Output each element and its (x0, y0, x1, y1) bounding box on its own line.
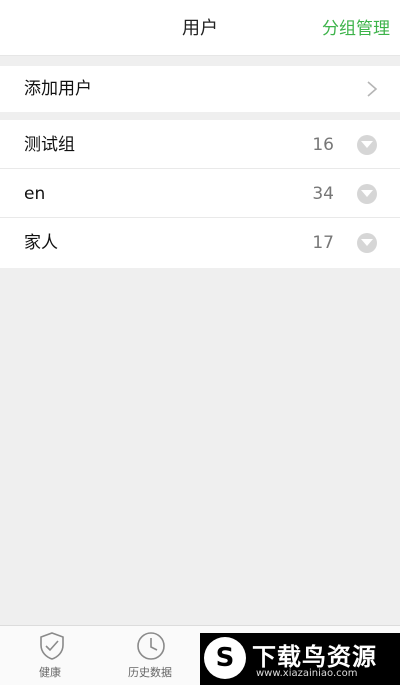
site-watermark: S 下载鸟资源 www.xiazainiao.com (200, 633, 400, 685)
group-name: 家人 (24, 233, 58, 253)
add-user-label: 添加用户 (24, 79, 92, 99)
shield-check-icon (40, 632, 64, 660)
watermark-url: www.xiazainiao.com (256, 668, 358, 679)
group-count: 17 (312, 233, 334, 253)
logo-glyph: S (215, 643, 235, 673)
group-row[interactable]: 家人 17 (0, 218, 400, 268)
group-count: 34 (312, 184, 334, 204)
chevron-right-icon (367, 81, 378, 97)
expand-icon[interactable] (357, 184, 377, 204)
tab-label: 健康 (39, 666, 61, 679)
expand-icon[interactable] (357, 135, 377, 155)
add-user-row[interactable]: 添加用户 (0, 66, 400, 112)
tab-history[interactable]: 历史数据 (100, 626, 200, 685)
group-row[interactable]: 测试组 16 (0, 120, 400, 169)
watermark-logo: S (204, 637, 246, 679)
app-root: 用户 分组管理 添加用户 测试组 16 en 34 家人 17 健康 历史数据 … (0, 0, 400, 685)
expand-icon[interactable] (357, 233, 377, 253)
group-row[interactable]: en 34 (0, 169, 400, 218)
group-name: 测试组 (24, 135, 75, 155)
tab-label: 历史数据 (128, 666, 172, 679)
group-name: en (24, 184, 46, 204)
group-list: 测试组 16 en 34 家人 17 (0, 120, 400, 268)
group-manage-button[interactable]: 分组管理 (322, 0, 390, 56)
tab-health[interactable]: 健康 (0, 626, 100, 685)
top-bar: 用户 分组管理 (0, 0, 400, 56)
clock-icon (137, 632, 165, 660)
watermark-title: 下载鸟资源 (252, 643, 377, 671)
group-count: 16 (312, 135, 334, 155)
